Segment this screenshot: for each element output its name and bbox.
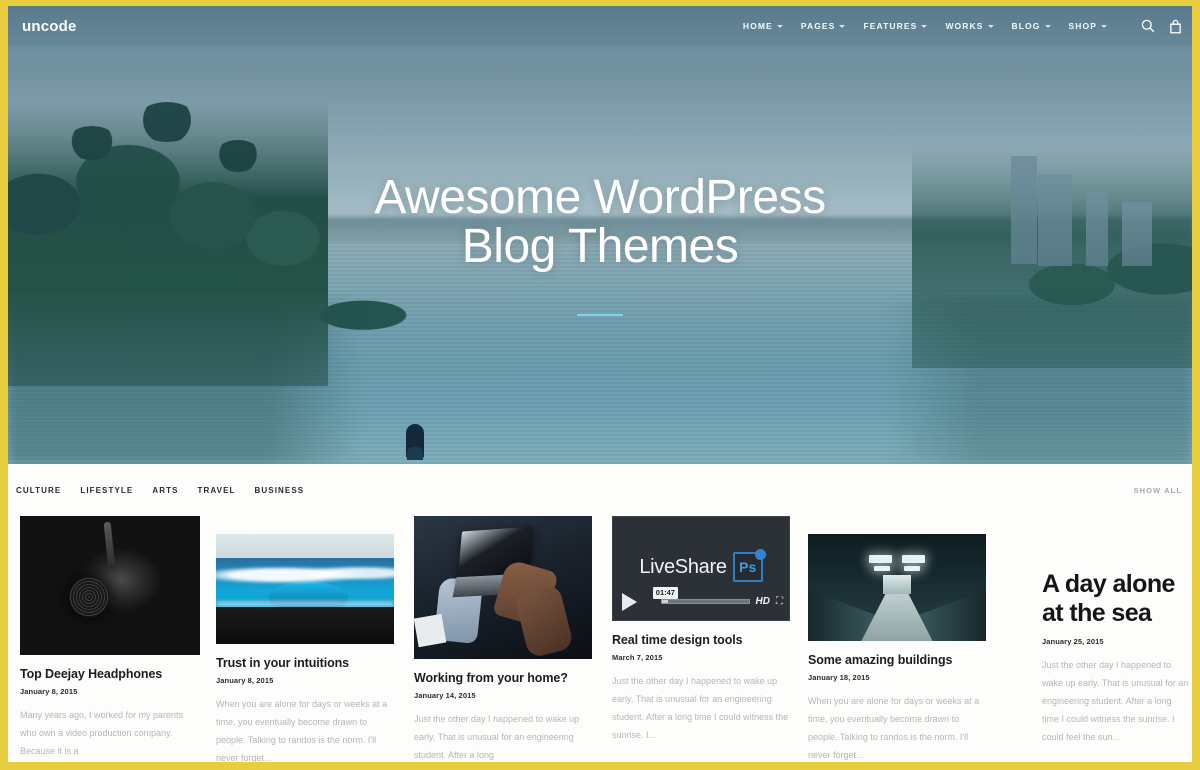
laptop-paper (414, 613, 447, 647)
header-tools (1141, 19, 1182, 34)
post-title[interactable]: Real time design tools (612, 633, 790, 647)
site-logo[interactable]: uncode (22, 18, 77, 35)
search-icon[interactable] (1141, 19, 1155, 33)
post-date: January 18, 2015 (808, 673, 870, 682)
video-timestamp: 01:47 (652, 586, 678, 599)
site-header: uncode HOME PAGES FEATURES WORKS BLOG SH… (8, 6, 1192, 46)
post-title[interactable]: Some amazing buildings (808, 653, 986, 667)
post-title[interactable]: Trust in your intuitions (216, 656, 394, 670)
video-thumbnail: LiveShare Ps 01:47 HD ⛶ (612, 516, 790, 621)
hero-banner: Awesome WordPress Blog Themes (8, 6, 1192, 464)
liveshare-text: LiveShare (639, 555, 727, 578)
post-card-buildings[interactable]: Some amazing buildings January 18, 2015 … (808, 534, 986, 762)
nav-item-pages[interactable]: PAGES (801, 21, 846, 31)
hd-badge: HD (755, 596, 770, 608)
post-card-design-tools[interactable]: LiveShare Ps 01:47 HD ⛶ Real time design… (612, 516, 790, 744)
hero-content: Awesome WordPress Blog Themes (8, 171, 1192, 316)
photoshop-label: Ps (739, 559, 757, 576)
corridor-end (882, 574, 912, 594)
person-silhouette (406, 424, 424, 460)
post-card-day-alone[interactable]: A day alone at the sea January 25, 2015 … (1042, 570, 1190, 746)
post-title[interactable]: Top Deejay Headphones (20, 667, 200, 681)
cart-icon[interactable] (1169, 19, 1182, 34)
post-card-intuitions[interactable]: Trust in your intuitions January 8, 2015… (216, 534, 394, 763)
chevron-down-icon (1044, 25, 1051, 28)
filter-business[interactable]: BUSINESS (255, 486, 305, 495)
ocean-wave-image (216, 534, 394, 644)
post-excerpt: Just the other day I happened to wake up… (612, 676, 789, 740)
nav-item-features[interactable]: FEATURES (863, 21, 928, 31)
post-card-headphones[interactable]: Top Deejay Headphones January 8, 2015 Ma… (20, 516, 200, 760)
fullscreen-icon[interactable]: ⛶ (776, 596, 783, 607)
post-date: March 7, 2015 (612, 653, 663, 662)
post-date: January 14, 2015 (414, 691, 476, 700)
post-title[interactable]: Working from your home? (414, 671, 592, 685)
filter-arts[interactable]: ARTS (152, 486, 178, 495)
filter-travel[interactable]: TRAVEL (198, 486, 236, 495)
liveshare-logo: LiveShare Ps (613, 549, 789, 583)
post-thumbnail[interactable] (216, 534, 394, 644)
ceiling-lamp (868, 555, 892, 563)
page-frame: Awesome WordPress Blog Themes uncode HOM… (0, 0, 1200, 770)
nav-item-shop[interactable]: SHOP (1068, 21, 1107, 31)
post-date: January 8, 2015 (20, 687, 78, 696)
filter-lifestyle[interactable]: LIFESTYLE (80, 486, 133, 495)
post-date: January 8, 2015 (216, 676, 274, 685)
post-excerpt: When you are alone for days or weeks at … (808, 696, 980, 760)
post-excerpt: Many years ago, I worked for my parents … (20, 710, 184, 756)
nav-item-home[interactable]: HOME (743, 21, 783, 31)
category-filters: CULTURE LIFESTYLE ARTS TRAVEL BUSINESS (16, 486, 304, 495)
ceiling-lamp (873, 566, 890, 572)
wave-beach (216, 606, 394, 644)
chevron-down-icon (839, 25, 846, 28)
main-navigation: HOME PAGES FEATURES WORKS BLOG SHOP (743, 19, 1192, 34)
progress-fill (661, 600, 668, 604)
play-icon[interactable] (621, 592, 637, 611)
nav-item-works[interactable]: WORKS (945, 21, 994, 31)
post-date: January 25, 2015 (1042, 637, 1104, 646)
chevron-down-icon (987, 25, 994, 28)
hero-title-line-1: Awesome WordPress (374, 171, 826, 224)
nav-label: SHOP (1068, 21, 1097, 31)
post-thumbnail[interactable] (20, 516, 200, 655)
post-video-thumbnail[interactable]: LiveShare Ps 01:47 HD ⛶ (612, 516, 790, 621)
corridor-image (808, 534, 986, 641)
chevron-down-icon (921, 25, 928, 28)
nav-label: WORKS (945, 21, 984, 31)
ceiling-lamp (902, 555, 926, 563)
post-excerpt: Just the other day I happened to wake up… (1042, 660, 1189, 742)
headphones-image (20, 516, 200, 655)
chevron-down-icon (776, 25, 783, 28)
hero-accent-rule (577, 313, 623, 316)
post-excerpt: When you are alone for days or weeks at … (216, 699, 388, 763)
video-controls: 01:47 HD ⛶ (621, 586, 783, 611)
laptop-arm-2 (513, 582, 575, 658)
badge-dot-icon (754, 549, 766, 561)
chevron-down-icon (1101, 25, 1107, 28)
nav-item-blog[interactable]: BLOG (1012, 21, 1051, 31)
post-thumbnail[interactable] (414, 516, 592, 659)
nav-label: HOME (742, 21, 773, 31)
nav-label: PAGES (800, 21, 836, 31)
ceiling-lamp (904, 566, 921, 572)
filter-culture[interactable]: CULTURE (16, 486, 61, 495)
nav-label: FEATURES (863, 21, 918, 31)
photoshop-badge: Ps (732, 549, 766, 583)
nav-label: BLOG (1011, 21, 1041, 31)
post-thumbnail[interactable] (808, 534, 986, 641)
category-filter-bar: CULTURE LIFESTYLE ARTS TRAVEL BUSINESS S… (8, 464, 1192, 516)
post-grid: Top Deejay Headphones January 8, 2015 Ma… (8, 516, 1192, 762)
hero-title-line-2: Blog Themes (461, 219, 739, 273)
show-all-button[interactable]: SHOW ALL (1133, 486, 1182, 495)
post-title[interactable]: A day alone at the sea (1042, 570, 1190, 627)
laptop-image (414, 516, 592, 659)
wave-foam (216, 562, 394, 587)
video-progress-bar[interactable] (660, 599, 750, 605)
post-excerpt: Just the other day I happened to wake up… (414, 714, 580, 760)
post-card-working-home[interactable]: Working from your home? January 14, 2015… (414, 516, 592, 762)
